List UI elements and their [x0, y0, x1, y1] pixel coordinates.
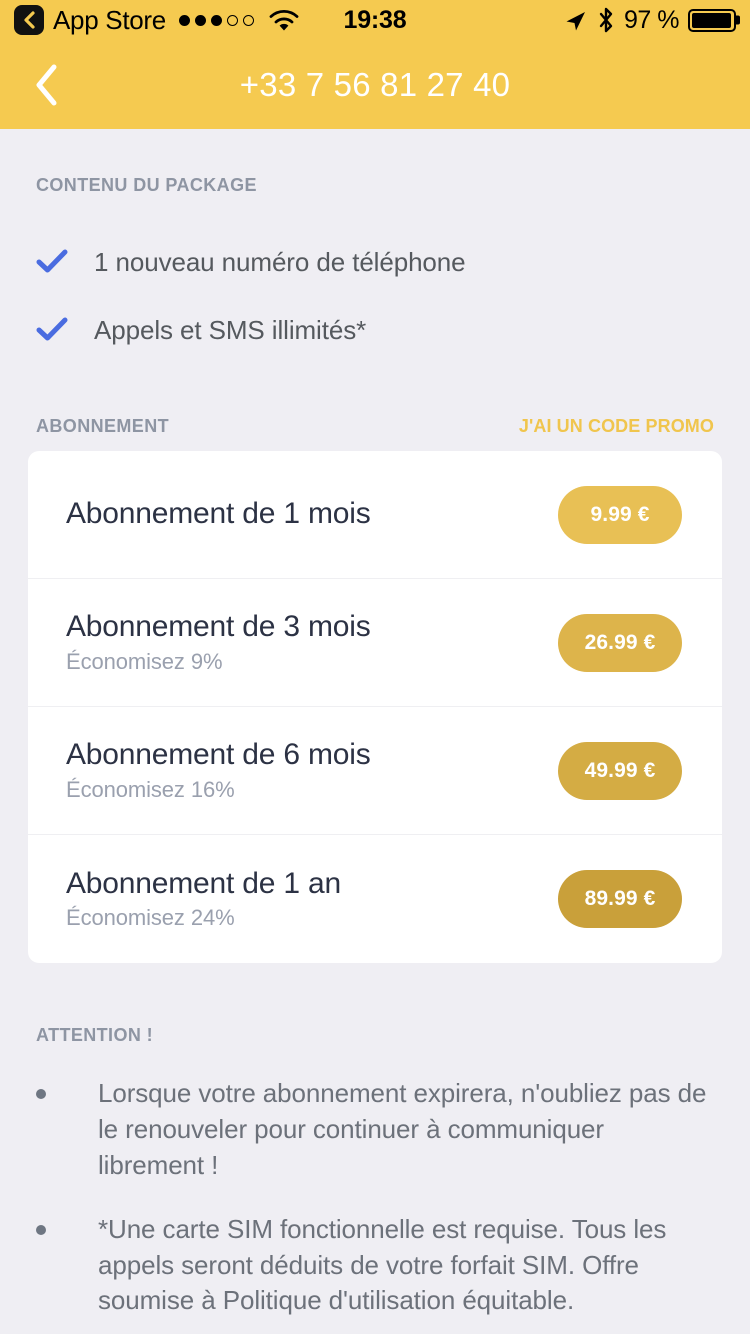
page-title: +33 7 56 81 27 40	[239, 65, 511, 103]
subscription-plan-savings: Économisez 9%	[66, 648, 223, 674]
price-badge[interactable]: 89.99 €	[558, 870, 682, 928]
status-bar-left: App Store	[14, 5, 299, 35]
subscription-plan-title: Abonnement de 6 mois	[66, 738, 371, 772]
attention-note-text: Lorsque votre abonnement expirera, n'oub…	[98, 1078, 707, 1180]
battery-icon	[688, 8, 736, 32]
subscription-plan-text: Abonnement de 6 mois Économisez 16%	[66, 738, 371, 803]
location-arrow-icon	[566, 11, 586, 30]
attention-section-label: ATTENTION !	[36, 1025, 154, 1045]
list-item: Lorsque votre abonnement expirera, n'oub…	[36, 1076, 714, 1184]
wifi-icon	[269, 9, 299, 32]
list-item: Appels et SMS illimités*	[36, 296, 714, 364]
promo-code-link[interactable]: J'AI UN CODE PROMO	[519, 416, 714, 437]
subscription-plan-row[interactable]: Abonnement de 1 mois 9.99 €	[28, 451, 722, 579]
navigation-bar: +33 7 56 81 27 40	[0, 40, 750, 129]
subscription-section-label: ABONNEMENT	[36, 416, 169, 436]
package-section-label: CONTENU DU PACKAGE	[36, 175, 257, 195]
subscription-plan-text: Abonnement de 1 an Économisez 24%	[66, 867, 341, 932]
price-badge[interactable]: 9.99 €	[558, 485, 682, 544]
subscription-plan-row[interactable]: Abonnement de 6 mois Économisez 16% 49.9…	[28, 707, 722, 835]
check-icon	[36, 249, 76, 275]
bluetooth-icon	[599, 7, 613, 33]
subscription-plan-title: Abonnement de 1 mois	[66, 497, 371, 531]
back-button[interactable]	[24, 59, 70, 111]
status-bar: App Store 19:38 97 %	[0, 0, 750, 40]
status-bar-right: 97 %	[563, 6, 736, 35]
list-item: *Une carte SIM fonctionnelle est requise…	[36, 1212, 714, 1320]
signal-strength-icon	[178, 14, 254, 26]
subscription-plan-savings: Économisez 24%	[66, 905, 235, 931]
package-feature-label: Appels et SMS illimités*	[94, 314, 367, 345]
list-item: 1 nouveau numéro de téléphone	[36, 228, 714, 296]
subscription-plan-list: Abonnement de 1 mois 9.99 € Abonnement d…	[28, 451, 722, 963]
battery-percentage: 97 %	[624, 5, 679, 34]
attention-note-list: Lorsque votre abonnement expirera, n'oub…	[36, 1076, 714, 1319]
subscription-plan-text: Abonnement de 1 mois	[66, 497, 371, 532]
package-section: CONTENU DU PACKAGE 1 nouveau numéro de t…	[0, 129, 750, 364]
main-content: CONTENU DU PACKAGE 1 nouveau numéro de t…	[0, 129, 750, 1334]
subscription-plan-text: Abonnement de 3 mois Économisez 9%	[66, 610, 371, 675]
subscription-plan-row[interactable]: Abonnement de 3 mois Économisez 9% 26.99…	[28, 579, 722, 707]
attention-note-text: *Une carte SIM fonctionnelle est requise…	[98, 1213, 667, 1316]
bullet-icon	[36, 1076, 98, 1099]
bullet-icon	[36, 1212, 98, 1235]
package-feature-list: 1 nouveau numéro de téléphone Appels et …	[36, 228, 714, 364]
check-icon	[36, 317, 76, 343]
chevron-left-icon	[36, 64, 57, 105]
subscription-plan-title: Abonnement de 1 an	[66, 866, 341, 900]
price-badge[interactable]: 49.99 €	[558, 741, 682, 800]
back-to-app-store-button[interactable]	[14, 5, 44, 35]
subscription-plan-title: Abonnement de 3 mois	[66, 610, 371, 644]
subscription-plan-savings: Économisez 16%	[66, 776, 235, 802]
attention-section: ATTENTION ! Lorsque votre abonnement exp…	[0, 963, 750, 1319]
subscription-header: ABONNEMENT J'AI UN CODE PROMO	[0, 364, 750, 451]
subscription-plan-row[interactable]: Abonnement de 1 an Économisez 24% 89.99 …	[28, 835, 722, 963]
chevron-left-badge-icon	[24, 11, 35, 29]
price-badge[interactable]: 26.99 €	[558, 613, 682, 672]
package-feature-label: 1 nouveau numéro de téléphone	[94, 246, 466, 277]
status-bar-app-name[interactable]: App Store	[53, 7, 166, 33]
